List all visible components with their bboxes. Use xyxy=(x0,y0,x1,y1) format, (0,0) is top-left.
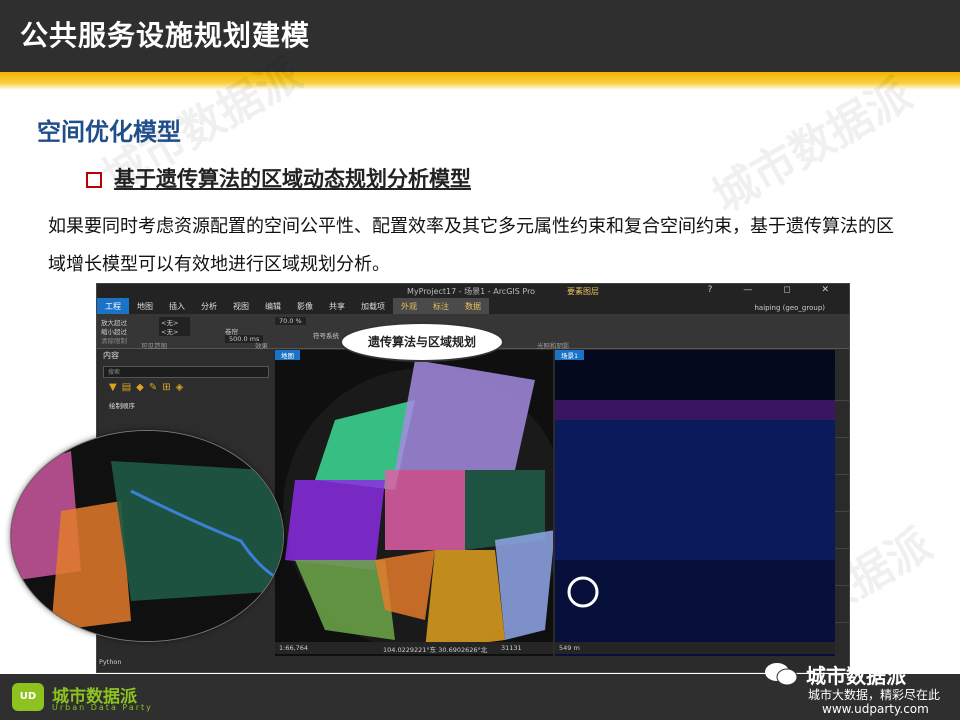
tab-edit[interactable]: 编辑 xyxy=(257,298,289,314)
draw-order-label[interactable]: 绘制顺序 xyxy=(109,400,263,410)
symbology-button[interactable]: 符号系统 xyxy=(313,330,339,340)
subheading: 基于遗传算法的区域动态规划分析模型 xyxy=(86,163,471,193)
clear-limits-button[interactable]: 清除限制 xyxy=(101,335,127,345)
tab-analysis[interactable]: 分析 xyxy=(193,298,225,314)
effects-group-label: 效果 xyxy=(255,342,268,350)
contents-search-input[interactable]: 搜索 xyxy=(103,366,269,378)
tab-data[interactable]: 数据 xyxy=(457,298,489,314)
map-view[interactable]: 地图 xyxy=(275,350,553,656)
wechat-slogan: 城市大数据，精彩尽在此 xyxy=(808,688,941,702)
subheading-text: 基于遗传算法的区域动态规划分析模型 xyxy=(114,167,471,191)
scene-3d-graphic xyxy=(555,400,835,656)
tab-map-view[interactable]: 地图 xyxy=(275,350,300,360)
brand-logo-icon: UD xyxy=(12,683,44,711)
scene-distance[interactable]: 549 m xyxy=(559,644,580,652)
window-controls[interactable]: ? — ◻ ✕ xyxy=(708,285,843,295)
map-scale[interactable]: 1:66,764 xyxy=(279,644,308,652)
contents-title: 内容 xyxy=(103,351,119,360)
cluster-map-graphic xyxy=(283,360,553,652)
transparency-field[interactable]: 70.0 % xyxy=(275,317,306,325)
tab-labeling[interactable]: 标注 xyxy=(425,298,457,314)
ribbon-tabs: 工程 地图 插入 分析 视图 编辑 影像 共享 加载项 外观 标注 数据 haiping (geo_g… xyxy=(97,298,849,314)
lighting-group-label: 光照和阴影 xyxy=(537,342,570,350)
context-group-label: 要素图层 xyxy=(567,287,599,296)
contents-toolbar[interactable]: ▼▤◆✎⊞◈ xyxy=(109,382,263,394)
footer-brand-en: Urban Data Party xyxy=(52,703,153,712)
body-paragraph: 如果要同时考虑资源配置的空间公平性、配置效率及其它多元属性约束和复合空间约束，基… xyxy=(48,216,894,275)
window-titlebar: MyProject17 - 场景1 - ArcGIS Pro 要素图层 ? — … xyxy=(97,284,849,298)
tab-addins[interactable]: 加载项 xyxy=(353,298,393,314)
tab-imagery[interactable]: 影像 xyxy=(289,298,321,314)
slide-header: 公共服务设施规划建模 xyxy=(0,0,960,72)
zoom-out-dropdown[interactable]: <无> xyxy=(159,326,191,336)
zoom-inset-graphic xyxy=(11,431,283,641)
website-url[interactable]: www.udparty.com xyxy=(822,702,929,716)
map-status-bar: 1:66,764 104.0229221°东 30.6902626°北 3113… xyxy=(275,642,553,654)
header-stripe xyxy=(0,72,960,90)
tab-scene-view[interactable]: 场景1 xyxy=(555,350,585,360)
section-title: 空间优化模型 xyxy=(37,118,181,146)
tab-map[interactable]: 地图 xyxy=(129,298,161,314)
map-coordinates: 104.0229221°东 30.6902626°北 xyxy=(383,646,488,654)
checkbox-bullet-icon xyxy=(86,172,102,188)
scene-status-bar: 549 m xyxy=(555,642,835,654)
visible-range-group-label: 可见范围 xyxy=(141,342,167,350)
window-title: MyProject17 - 场景1 - ArcGIS Pro xyxy=(407,287,536,296)
zoom-inset-circle xyxy=(10,430,284,642)
tab-share[interactable]: 共享 xyxy=(321,298,353,314)
tab-insert[interactable]: 插入 xyxy=(161,298,193,314)
feature-count: 31131 xyxy=(501,644,522,652)
scene-view[interactable]: 场景1 xyxy=(555,350,835,656)
python-tab[interactable]: Python xyxy=(99,658,122,666)
tab-appearance[interactable]: 外观 xyxy=(393,298,425,314)
callout-bubble: 遗传算法与区域规划 xyxy=(340,322,504,362)
tab-view[interactable]: 视图 xyxy=(225,298,257,314)
wechat-account-name: 城市数据派 xyxy=(806,664,906,688)
wechat-icon xyxy=(765,663,798,686)
right-dock-panel[interactable] xyxy=(835,364,849,654)
tab-project[interactable]: 工程 xyxy=(97,298,129,314)
